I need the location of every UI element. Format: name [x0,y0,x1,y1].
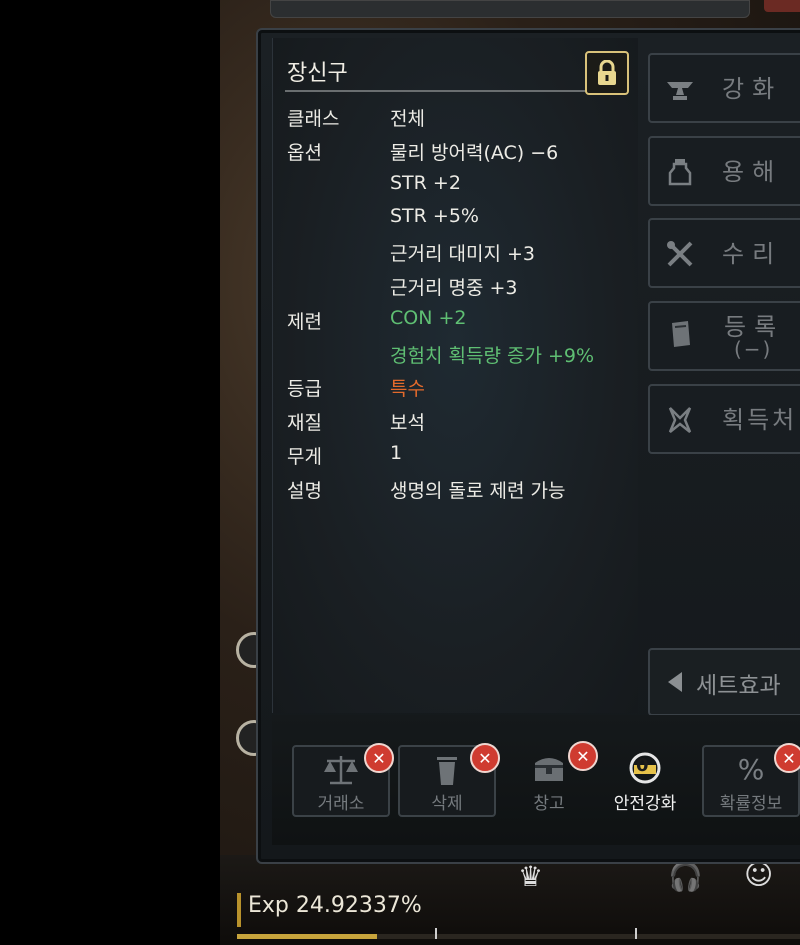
flask-icon [668,159,692,186]
delete-button[interactable]: 삭제 ✕ [398,743,500,817]
crown-icon[interactable]: ♛ [518,860,543,893]
disabled-x-icon: ✕ [568,741,598,771]
lock-button[interactable] [585,51,629,95]
register-button[interactable]: 등록 (−) [648,301,800,371]
headphones-icon[interactable]: 🎧 [668,860,703,893]
attribute-value: 1 [390,442,403,464]
attribute-label: 클래스 [287,108,340,130]
disabled-x-icon: ✕ [774,743,800,773]
disabled-x-icon: ✕ [470,743,500,773]
exp-readout: Exp 24.92337% [248,893,422,918]
exp-label: Exp [248,893,289,918]
chest-icon [535,758,563,781]
lock-icon [598,60,616,85]
safe-enchant-count: 0 [636,755,649,776]
attribute-value: CON +2 [390,306,467,329]
attribute-value: 근거리 명중 +3 [390,277,518,299]
attribute-label: 무게 [287,446,322,468]
attribute-value: STR +5% [390,205,479,228]
register-count: (−) [734,337,773,361]
attribute-value: STR +2 [390,171,461,194]
item-name: 장신구 [287,61,348,86]
set-effect-label: 세트효과 [696,673,781,699]
set-effect-button[interactable]: 세트효과 [648,648,800,716]
attribute-value: 근거리 대미지 +3 [390,243,535,266]
attribute-value: 물리 방어력(AC) −6 [390,141,559,164]
dissolve-label: 용해 [722,158,783,186]
attribute-label: 옵션 [287,141,322,164]
disabled-x-icon: ✕ [364,743,394,773]
source-icon [668,407,692,433]
exp-bar [237,928,800,939]
percent-icon: % [737,753,765,786]
exp-marker [237,893,241,927]
attribute-label: 재질 [287,412,322,435]
warehouse-button[interactable]: 창고 ✕ [502,741,598,814]
repair-label: 수리 [722,240,783,268]
enchant-button[interactable]: 강화 [648,53,800,123]
repair-button[interactable]: 수리 [648,218,800,288]
acquisition-source-label: 획득처 [722,406,798,434]
arrow-left-icon [668,672,682,692]
exp-bar-tick [635,928,637,939]
probability-info-label: 확률정보 [719,794,783,814]
title-divider [285,90,625,92]
safe-enchant-label: 안전강화 [613,794,677,814]
attribute-value: 생명의 돌로 제련 가능 [390,479,566,502]
exp-bar-fill [237,934,378,939]
scale-icon [324,756,358,785]
panel-top-close-tab[interactable] [764,0,800,12]
attribute-value: 전체 [390,108,425,130]
anvil-icon [667,82,693,100]
trash-icon [437,757,457,785]
panel-top-bar [270,0,750,18]
exchange-label: 거래소 [317,794,365,814]
attribute-label: 설명 [287,479,322,502]
probability-info-button[interactable]: % 확률정보 ✕ [702,743,800,817]
attribute-label: 등급 [287,378,322,401]
tools-icon [667,241,693,267]
attribute-value: 보석 [390,412,425,435]
attribute-label: 제련 [287,310,322,333]
exp-value: 24.92337% [295,893,422,918]
dissolve-button[interactable]: 용해 [648,136,800,206]
safe-enchant-button[interactable]: 0 안전강화 [598,745,692,814]
attribute-value: 경험치 획득량 증가 +9% [390,344,595,367]
delete-label: 삭제 [431,794,463,814]
exchange-button[interactable]: 거래소 ✕ [292,743,394,817]
attribute-value: 특수 [390,378,425,401]
acquisition-source-button[interactable]: 획득처 [648,384,800,454]
exp-bar-tick [435,928,437,939]
enchant-label: 강화 [722,75,783,103]
warehouse-label: 창고 [533,794,565,814]
book-icon [672,321,690,347]
